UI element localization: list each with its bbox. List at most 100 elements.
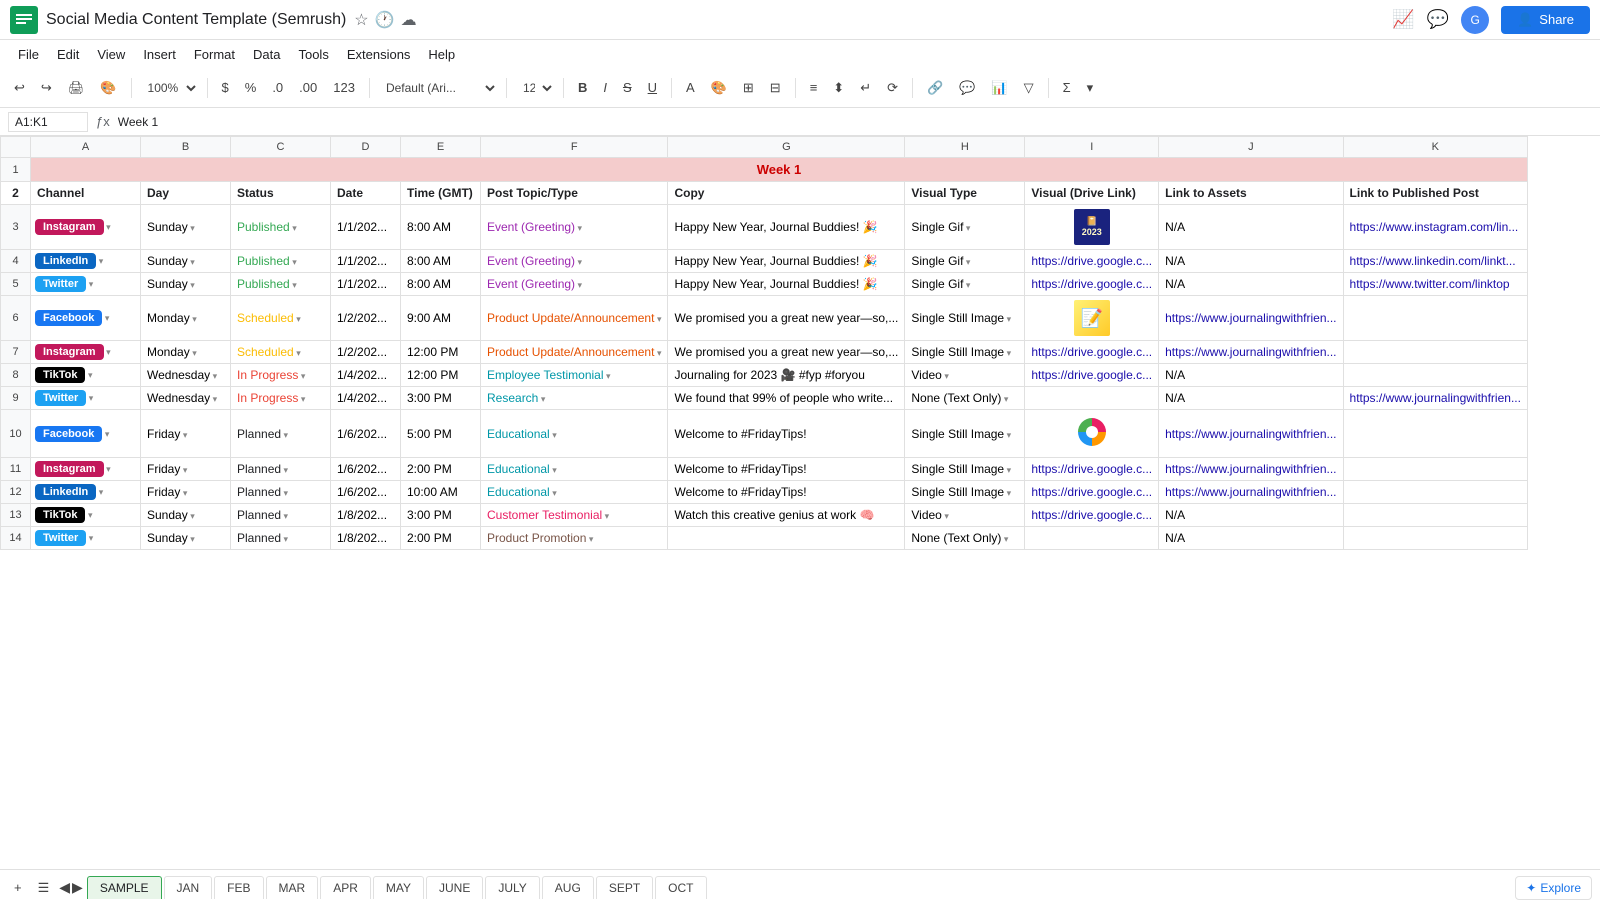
drive-icon[interactable]: ☁: [401, 10, 417, 30]
day-dropdown-arrow[interactable]: ▾: [210, 371, 217, 381]
sheet-tab-mar[interactable]: MAR: [266, 876, 319, 899]
status-dropdown-arrow[interactable]: ▾: [290, 280, 297, 290]
status-dropdown-arrow[interactable]: ▾: [281, 511, 288, 521]
menu-file[interactable]: File: [10, 43, 47, 66]
topic-dropdown-arrow[interactable]: ▾: [575, 257, 582, 267]
cell-reference[interactable]: [8, 112, 88, 132]
status-dropdown-arrow[interactable]: ▾: [294, 348, 301, 358]
day-dropdown-arrow[interactable]: ▾: [188, 223, 195, 233]
status-dropdown-arrow[interactable]: ▾: [294, 314, 301, 324]
col-header-c[interactable]: C: [231, 137, 331, 158]
filter-button[interactable]: ▽: [1018, 76, 1040, 100]
channel-dropdown-arrow[interactable]: ▾: [102, 313, 109, 323]
sheet-tab-oct[interactable]: OCT: [655, 876, 706, 899]
cell-channel[interactable]: Facebook ▾: [31, 410, 141, 458]
topic-dropdown-arrow[interactable]: ▾: [602, 511, 609, 521]
visual-type-dropdown-arrow[interactable]: ▾: [942, 371, 949, 381]
formula-input[interactable]: [118, 115, 1592, 129]
col-header-g[interactable]: G: [668, 137, 905, 158]
cell-channel[interactable]: Facebook ▾: [31, 296, 141, 341]
sheet-tab-jan[interactable]: JAN: [164, 876, 213, 899]
visual-drive-link[interactable]: https://drive.google.c...: [1031, 277, 1152, 291]
status-dropdown-arrow[interactable]: ▾: [298, 371, 305, 381]
menu-data[interactable]: Data: [245, 43, 288, 66]
decimal-less-button[interactable]: .0: [266, 76, 289, 99]
visual-type-dropdown-arrow[interactable]: ▾: [942, 511, 949, 521]
status-dropdown-arrow[interactable]: ▾: [281, 488, 288, 498]
bold-button[interactable]: B: [572, 76, 593, 99]
channel-dropdown-arrow[interactable]: ▾: [104, 222, 111, 232]
status-dropdown-arrow[interactable]: ▾: [281, 465, 288, 475]
font-family-select[interactable]: Default (Ari...: [378, 78, 498, 98]
star-icon[interactable]: ☆: [354, 10, 368, 30]
visual-type-dropdown-arrow[interactable]: ▾: [1004, 348, 1011, 358]
chart-button[interactable]: 📊: [985, 76, 1013, 100]
decimal-more-button[interactable]: .00: [293, 76, 323, 99]
percent-button[interactable]: %: [239, 76, 263, 99]
menu-help[interactable]: Help: [420, 43, 463, 66]
topic-dropdown-arrow[interactable]: ▾: [575, 280, 582, 290]
col-header-f[interactable]: F: [481, 137, 668, 158]
assets-link[interactable]: https://www.journalingwithfrien...: [1165, 427, 1336, 441]
visual-type-dropdown-arrow[interactable]: ▾: [1004, 430, 1011, 440]
cell-channel[interactable]: Twitter ▾: [31, 273, 141, 296]
valign-button[interactable]: ⬍: [827, 76, 850, 100]
menu-view[interactable]: View: [89, 43, 133, 66]
status-dropdown-arrow[interactable]: ▾: [290, 223, 297, 233]
col-header-a[interactable]: A: [31, 137, 141, 158]
channel-dropdown-arrow[interactable]: ▾: [86, 533, 93, 543]
avatar[interactable]: G: [1461, 6, 1489, 34]
menu-format[interactable]: Format: [186, 43, 243, 66]
rotate-button[interactable]: ⟳: [881, 76, 904, 100]
visual-drive-link[interactable]: https://drive.google.c...: [1031, 508, 1152, 522]
day-dropdown-arrow[interactable]: ▾: [188, 280, 195, 290]
menu-tools[interactable]: Tools: [290, 43, 336, 66]
merge-button[interactable]: ⊟: [764, 76, 787, 100]
add-sheet-button[interactable]: +: [8, 876, 28, 899]
explore-button[interactable]: ✦ Explore: [1515, 876, 1592, 900]
col-header-e[interactable]: E: [401, 137, 481, 158]
status-dropdown-arrow[interactable]: ▾: [281, 534, 288, 544]
sheet-tab-july[interactable]: JULY: [485, 876, 539, 899]
share-button[interactable]: 👤 Share: [1501, 6, 1590, 34]
topic-dropdown-arrow[interactable]: ▾: [604, 371, 611, 381]
menu-edit[interactable]: Edit: [49, 43, 87, 66]
day-dropdown-arrow[interactable]: ▾: [190, 348, 197, 358]
trending-icon[interactable]: 📈: [1392, 9, 1414, 30]
topic-dropdown-arrow[interactable]: ▾: [550, 465, 557, 475]
zoom-select[interactable]: 100%: [140, 78, 199, 98]
cell-channel[interactable]: TikTok ▾: [31, 504, 141, 527]
align-button[interactable]: ≡: [804, 76, 824, 99]
font-size-select[interactable]: 12: [515, 78, 555, 98]
status-dropdown-arrow[interactable]: ▾: [281, 430, 288, 440]
channel-dropdown-arrow[interactable]: ▾: [104, 347, 111, 357]
day-dropdown-arrow[interactable]: ▾: [210, 394, 217, 404]
cell-channel[interactable]: Twitter ▾: [31, 387, 141, 410]
visual-drive-link[interactable]: https://drive.google.c...: [1031, 254, 1152, 268]
paint-format-button[interactable]: 🎨: [94, 76, 122, 100]
topic-dropdown-arrow[interactable]: ▾: [575, 223, 582, 233]
cell-channel[interactable]: LinkedIn ▾: [31, 250, 141, 273]
topic-dropdown-arrow[interactable]: ▾: [586, 534, 593, 544]
recent-icon[interactable]: 🕐: [375, 10, 395, 30]
visual-type-dropdown-arrow[interactable]: ▾: [1004, 314, 1011, 324]
visual-drive-link[interactable]: https://drive.google.c...: [1031, 345, 1152, 359]
channel-dropdown-arrow[interactable]: ▾: [86, 279, 93, 289]
channel-dropdown-arrow[interactable]: ▾: [96, 256, 103, 266]
link-button[interactable]: 🔗: [921, 76, 949, 100]
day-dropdown-arrow[interactable]: ▾: [188, 534, 195, 544]
fill-color-button[interactable]: 🎨: [705, 76, 733, 100]
redo-button[interactable]: ↪: [35, 76, 58, 100]
underline-button[interactable]: U: [642, 76, 663, 99]
cell-channel[interactable]: Twitter ▾: [31, 527, 141, 550]
cell-channel[interactable]: Instagram ▾: [31, 205, 141, 250]
sheet-tab-may[interactable]: MAY: [373, 876, 424, 899]
channel-dropdown-arrow[interactable]: ▾: [86, 393, 93, 403]
channel-dropdown-arrow[interactable]: ▾: [96, 487, 103, 497]
topic-dropdown-arrow[interactable]: ▾: [550, 430, 557, 440]
col-header-i[interactable]: I: [1025, 137, 1159, 158]
col-header-j[interactable]: J: [1159, 137, 1343, 158]
day-dropdown-arrow[interactable]: ▾: [188, 257, 195, 267]
menu-insert[interactable]: Insert: [135, 43, 184, 66]
sheet-tab-feb[interactable]: FEB: [214, 876, 263, 899]
